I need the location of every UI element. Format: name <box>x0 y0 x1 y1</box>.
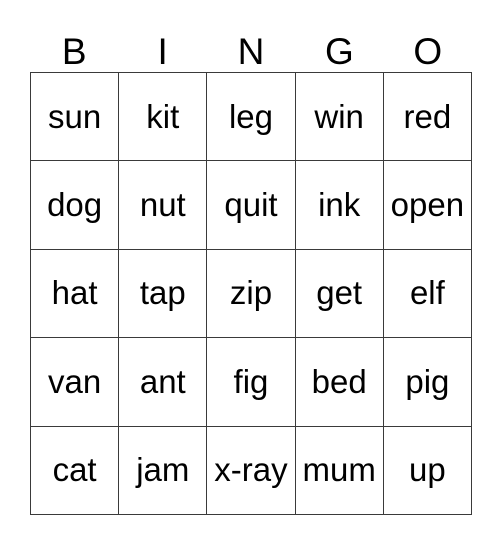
bingo-cell[interactable]: cat <box>29 425 120 515</box>
bingo-cell[interactable]: van <box>29 337 120 427</box>
bingo-header-letter-g: G <box>324 31 354 72</box>
bingo-cell[interactable]: zip <box>206 248 296 339</box>
bingo-cell[interactable]: leg <box>206 71 296 162</box>
bingo-cell[interactable]: get <box>294 248 384 339</box>
table-row: sun kit leg win red <box>29 71 473 162</box>
bingo-cell[interactable]: elf <box>382 248 473 339</box>
bingo-cell[interactable]: ant <box>118 337 208 427</box>
bingo-cell[interactable]: jam <box>118 425 208 515</box>
bingo-header-letter-i: I <box>157 31 168 72</box>
bingo-cell[interactable]: x-ray <box>206 425 296 515</box>
bingo-header-letter-n: N <box>237 31 265 72</box>
bingo-cell[interactable]: mum <box>294 425 384 515</box>
bingo-cell[interactable]: pig <box>382 337 473 427</box>
table-row: van ant fig bed pig <box>29 337 473 427</box>
bingo-cell[interactable]: up <box>382 425 473 515</box>
bingo-cell[interactable]: fig <box>206 337 296 427</box>
bingo-grid: sun kit leg win red dog nut quit ink ope… <box>29 71 473 515</box>
bingo-cell[interactable]: ink <box>294 160 384 250</box>
bingo-header-letter-o: O <box>413 31 443 72</box>
bingo-cell[interactable]: tap <box>118 248 208 339</box>
table-row: cat jam x-ray mum up <box>29 425 473 515</box>
bingo-cell[interactable]: quit <box>206 160 296 250</box>
bingo-card: B I N G O sun kit leg win red dog nut qu… <box>29 18 473 515</box>
bingo-header-letter-b: B <box>61 31 87 72</box>
bingo-cell[interactable]: win <box>294 71 384 162</box>
table-row: hat tap zip get elf <box>29 248 473 339</box>
bingo-cell[interactable]: sun <box>29 71 120 162</box>
table-row: dog nut quit ink open <box>29 160 473 250</box>
bingo-cell[interactable]: hat <box>29 248 120 339</box>
bingo-cell[interactable]: kit <box>118 71 208 162</box>
bingo-header-row: B I N G O <box>30 18 472 72</box>
bingo-cell[interactable]: open <box>382 160 473 250</box>
bingo-cell[interactable]: dog <box>29 160 120 250</box>
bingo-cell[interactable]: bed <box>294 337 384 427</box>
bingo-cell[interactable]: red <box>382 71 473 162</box>
bingo-cell[interactable]: nut <box>118 160 208 250</box>
